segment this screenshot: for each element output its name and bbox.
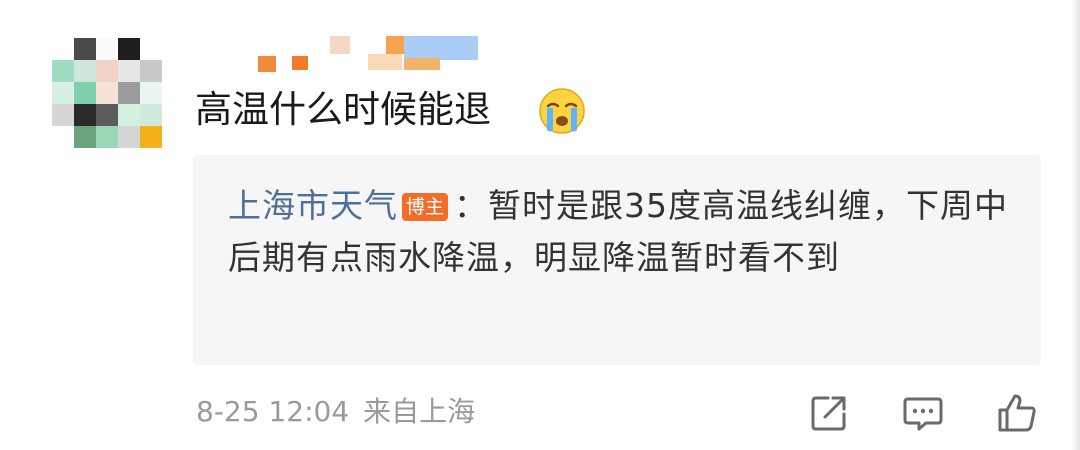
timestamp: 8-25 12:04 xyxy=(196,395,350,428)
crying-face-icon xyxy=(537,86,587,136)
comment-icon xyxy=(903,397,943,431)
location: 来自上海 xyxy=(363,395,476,428)
blogger-badge: 博主 xyxy=(402,193,449,221)
comment-item: 高温什么时候能退 上海市天气 博主 ：暂时是跟35度高温线纠缠，下周中后期有点雨水降… xyxy=(0,0,1080,450)
comment-meta: 8-25 12:04 来自上海 xyxy=(196,392,475,432)
like-button[interactable] xyxy=(994,390,1040,436)
comment-text: 高温什么时候能退 xyxy=(195,88,491,131)
comment-button[interactable] xyxy=(900,390,946,436)
share-icon xyxy=(811,396,846,431)
username[interactable] xyxy=(252,36,478,72)
reply-author[interactable]: 上海市天气 xyxy=(228,186,398,225)
scrollbar-edge xyxy=(1071,0,1080,450)
thumbs-up-icon xyxy=(998,394,1036,432)
reply-content: 上海市天气 博主 ：暂时是跟35度高温线纠缠，下周中后期有点雨水降温，明显降温暂时看… xyxy=(228,180,1018,284)
avatar[interactable] xyxy=(52,38,162,148)
share-button[interactable] xyxy=(806,390,852,436)
reply-box[interactable]: 上海市天气 博主 ：暂时是跟35度高温线纠缠，下周中后期有点雨水降温，明显降温暂时看… xyxy=(193,155,1041,365)
